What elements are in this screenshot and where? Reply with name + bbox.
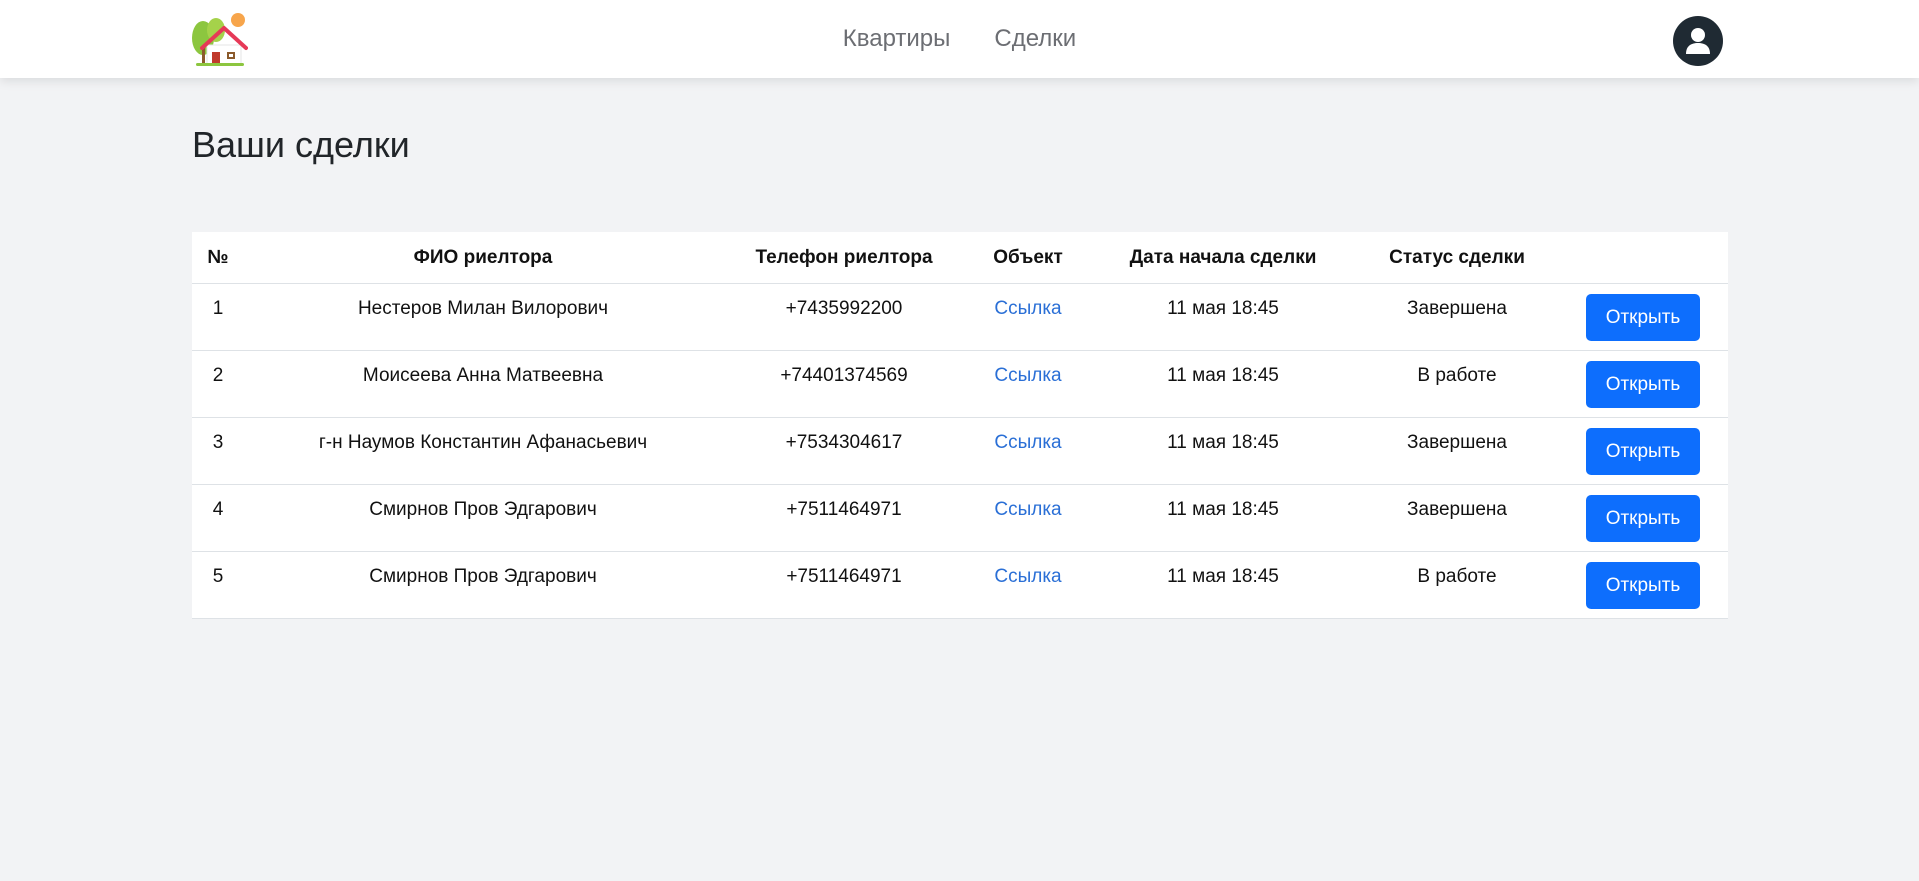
start-date: 11 мая 18:45 [1090,484,1356,552]
start-date: 11 мая 18:45 [1090,417,1356,485]
deal-status: В работе [1356,350,1558,418]
actions-cell: Открыть [1558,350,1728,418]
realtor-phone: +7511464971 [722,551,966,619]
start-date: 11 мая 18:45 [1090,350,1356,418]
object-cell: Ссылка [966,350,1090,418]
object-cell: Ссылка [966,551,1090,619]
house-logo-icon[interactable] [190,12,248,68]
realtor-name: Смирнов Пров Эдгарович [244,484,722,552]
header-number: № [192,232,244,284]
user-avatar-button[interactable] [1673,16,1723,66]
navbar: Квартиры Сделки [0,0,1919,78]
realtor-name: г-н Наумов Константин Афанасьевич [244,417,722,485]
row-number: 4 [192,484,244,552]
user-icon [1686,28,1710,54]
object-link[interactable]: Ссылка [994,499,1061,520]
table-row: 1 Нестеров Милан Вилорович +7435992200 С… [192,283,1728,351]
header-object: Объект [966,232,1090,284]
actions-cell: Открыть [1558,551,1728,619]
table-row: 2 Моисеева Анна Матвеевна +74401374569 С… [192,350,1728,418]
realtor-name: Смирнов Пров Эдгарович [244,551,722,619]
deal-status: В работе [1356,551,1558,619]
object-link[interactable]: Ссылка [994,298,1061,319]
start-date: 11 мая 18:45 [1090,283,1356,351]
actions-cell: Открыть [1558,484,1728,552]
object-cell: Ссылка [966,283,1090,351]
object-link[interactable]: Ссылка [994,365,1061,386]
header-actions [1558,232,1728,284]
nav-link-apartments[interactable]: Квартиры [843,21,951,57]
open-button[interactable]: Открыть [1586,428,1700,475]
realtor-phone: +7435992200 [722,283,966,351]
actions-cell: Открыть [1558,283,1728,351]
open-button[interactable]: Открыть [1586,562,1700,609]
header-realtor-name: ФИО риелтора [244,232,722,284]
deal-status: Завершена [1356,417,1558,485]
table-row: 4 Смирнов Пров Эдгарович +7511464971 Ссы… [192,484,1728,552]
row-number: 3 [192,417,244,485]
deal-status: Завершена [1356,283,1558,351]
open-button[interactable]: Открыть [1586,361,1700,408]
row-number: 5 [192,551,244,619]
main-nav: Квартиры Сделки [0,0,1919,78]
table-header-row: № ФИО риелтора Телефон риелтора Объект Д… [192,232,1728,284]
actions-cell: Открыть [1558,417,1728,485]
realtor-name: Моисеева Анна Матвеевна [244,350,722,418]
nav-link-deals[interactable]: Сделки [994,21,1076,57]
deals-table: № ФИО риелтора Телефон риелтора Объект Д… [192,232,1728,619]
object-cell: Ссылка [966,484,1090,552]
object-cell: Ссылка [966,417,1090,485]
realtor-phone: +7534304617 [722,417,966,485]
start-date: 11 мая 18:45 [1090,551,1356,619]
object-link[interactable]: Ссылка [994,432,1061,453]
header-realtor-phone: Телефон риелтора [722,232,966,284]
table-row: 5 Смирнов Пров Эдгарович +7511464971 Ссы… [192,551,1728,619]
page-title: Ваши сделки [192,124,410,165]
table-header: № ФИО риелтора Телефон риелтора Объект Д… [192,232,1728,284]
realtor-phone: +7511464971 [722,484,966,552]
table-row: 3 г-н Наумов Константин Афанасьевич +753… [192,417,1728,485]
row-number: 1 [192,283,244,351]
header-status: Статус сделки [1356,232,1558,284]
object-link[interactable]: Ссылка [994,566,1061,587]
header-start-date: Дата начала сделки [1090,232,1356,284]
realtor-name: Нестеров Милан Вилорович [244,283,722,351]
row-number: 2 [192,350,244,418]
table-body: 1 Нестеров Милан Вилорович +7435992200 С… [192,283,1728,619]
open-button[interactable]: Открыть [1586,495,1700,542]
deal-status: Завершена [1356,484,1558,552]
open-button[interactable]: Открыть [1586,294,1700,341]
realtor-phone: +74401374569 [722,350,966,418]
